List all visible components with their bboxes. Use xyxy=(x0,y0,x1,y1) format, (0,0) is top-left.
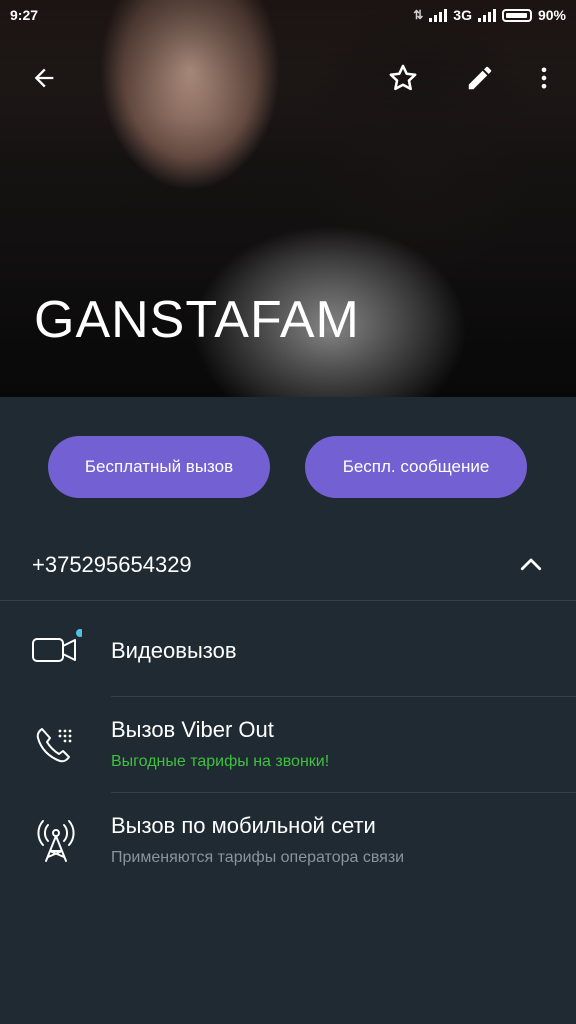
status-indicators: ⇅ 3G 90% xyxy=(413,7,566,23)
mobile-call-subtitle: Применяются тарифы оператора связи xyxy=(111,849,405,866)
cell-tower-icon xyxy=(30,815,82,867)
mobile-call-title: Вызов по мобильной сети xyxy=(111,813,376,838)
viber-out-title: Вызов Viber Out xyxy=(111,717,274,742)
data-transfer-icon: ⇅ xyxy=(413,8,424,22)
star-outline-icon xyxy=(389,64,417,91)
video-call-title: Видеовызов xyxy=(111,638,237,663)
signal-icon-2 xyxy=(477,8,496,22)
collapse-button[interactable] xyxy=(514,548,548,582)
more-options-button[interactable] xyxy=(520,54,568,102)
back-button[interactable] xyxy=(20,54,68,102)
pencil-icon xyxy=(468,66,492,90)
signal-icon xyxy=(429,8,448,22)
divider xyxy=(0,600,576,601)
contact-name: GANSTAFAM xyxy=(34,291,360,349)
viber-out-option[interactable]: Вызов Viber Out Выгодные тарифы на звонк… xyxy=(0,697,576,793)
top-app-bar xyxy=(0,48,576,108)
more-vertical-icon xyxy=(541,67,547,89)
status-bar: 9:27 ⇅ 3G 90% xyxy=(0,0,576,32)
arrow-left-icon xyxy=(34,68,54,88)
status-time: 9:27 xyxy=(10,7,39,23)
free-message-button[interactable]: Беспл. сообщение xyxy=(305,436,527,498)
mobile-call-option[interactable]: Вызов по мобильной сети Применяются тари… xyxy=(0,793,576,889)
battery-level: 90% xyxy=(537,7,566,23)
network-type: 3G xyxy=(453,7,472,23)
phone-number: +375295654329 xyxy=(32,552,192,577)
free-call-button[interactable]: Бесплатный вызов xyxy=(48,436,270,498)
video-call-option[interactable]: Видеовызов xyxy=(0,605,576,697)
phone-number-row[interactable]: +375295654329 xyxy=(0,530,576,600)
favorite-button[interactable] xyxy=(379,54,427,102)
viber-out-subtitle: Выгодные тарифы на звонки! xyxy=(111,753,330,770)
phone-dialpad-icon xyxy=(30,719,82,771)
chevron-up-icon xyxy=(520,558,542,571)
video-camera-icon xyxy=(30,623,82,675)
edit-button[interactable] xyxy=(456,54,504,102)
battery-icon xyxy=(501,8,532,22)
